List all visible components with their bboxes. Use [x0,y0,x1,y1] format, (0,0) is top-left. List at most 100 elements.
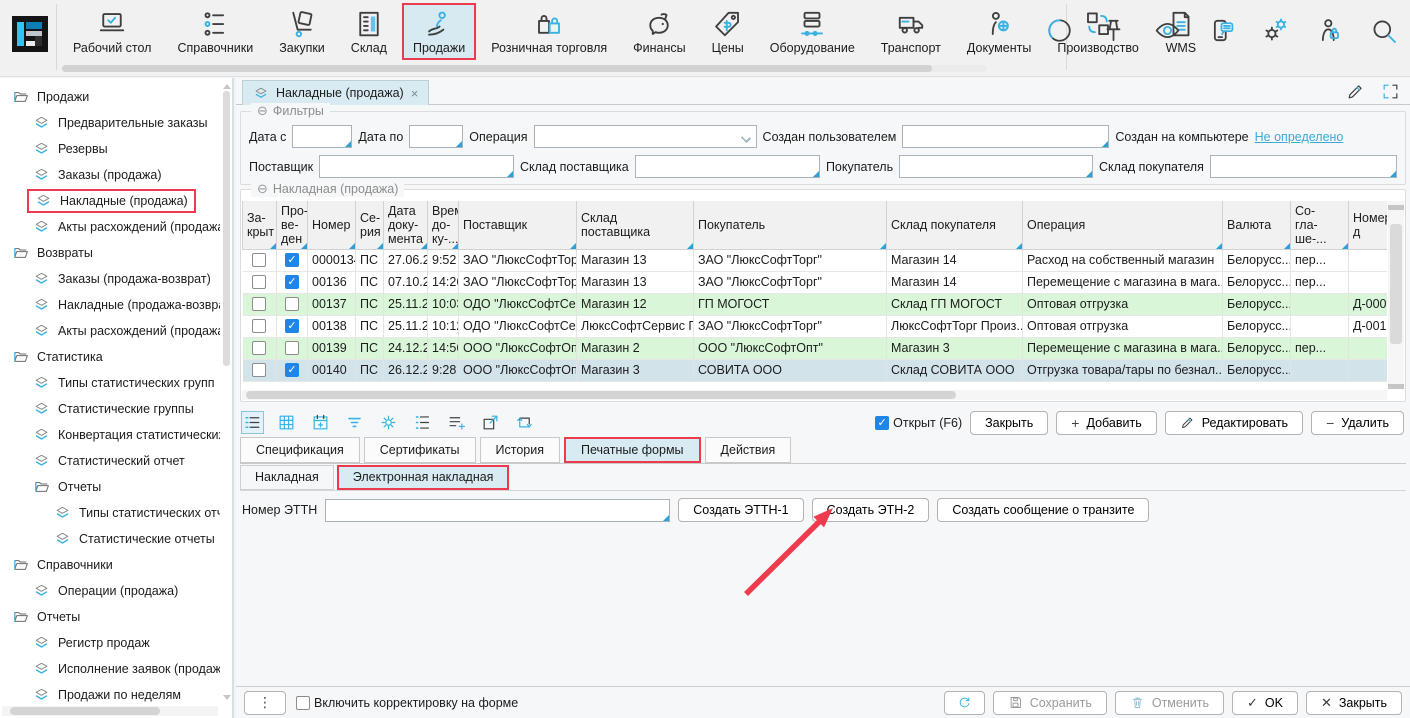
ettn-button-0[interactable]: Создать ЭТТН-1 [678,498,803,522]
checkbox-unchecked[interactable] [285,341,299,355]
checkbox-checked[interactable] [285,363,299,377]
checkbox-checked[interactable] [285,253,299,267]
sidebar-item-11[interactable]: Типы статистических групп [0,370,220,396]
feedback-icon[interactable] [1207,16,1236,45]
column-header[interactable]: Валюта [1223,201,1291,249]
sidebar-item-8[interactable]: Накладные (продажа-возврат) [0,292,220,318]
column-header[interactable]: Операция [1023,201,1223,249]
search-icon[interactable] [1369,16,1398,45]
sidebar-item-1[interactable]: Предварительные заказы [0,110,220,136]
column-header[interactable]: Поставщик [459,201,577,249]
sidebar-item-0[interactable]: Продажи [0,84,220,110]
funnel-icon[interactable] [344,412,365,433]
tab-nakladnye-prodazha[interactable]: Накладные (продажа) [242,80,429,105]
sidebar-item-7[interactable]: Заказы (продажа-возврат) [0,266,220,292]
buyer-input[interactable] [899,155,1093,178]
ribbon-item-documents[interactable]: Документы [956,3,1042,60]
date-from-input[interactable] [292,125,352,148]
checkbox-unchecked[interactable] [285,297,299,311]
sidebar-item-5[interactable]: Акты расхождений (продажа) [0,214,220,240]
column-header[interactable]: Номер [308,201,356,249]
supplier-input[interactable] [319,155,514,178]
clock-icon[interactable] [1045,16,1074,45]
sidebar-item-23[interactable]: Продажи по неделям [0,682,220,704]
table-vertical-scrollbar[interactable] [1388,201,1404,389]
save-button[interactable]: Сохранить [993,691,1107,715]
checkbox-unchecked[interactable] [252,363,266,377]
table-row-00137[interactable]: 00137ПС25.11.2410:03ОДО "ЛюксСофтСерв...… [243,293,1388,315]
column-header[interactable]: Склад поставщика [577,201,694,249]
tab-история[interactable]: История [480,437,560,463]
date-to-input[interactable] [409,125,463,148]
sidebar-item-15[interactable]: Отчеты [0,474,220,500]
ok-button[interactable]: ✓OK [1232,691,1298,715]
sidebar-item-9[interactable]: Акты расхождений (продажа-в [0,318,220,344]
numbered-list-icon[interactable] [412,412,433,433]
tab-close-icon[interactable] [411,86,419,101]
checkbox-checked[interactable] [285,275,299,289]
refresh-button[interactable] [944,691,985,715]
sidebar-item-16[interactable]: Типы статистических отчето [0,500,220,526]
ribbon-item-prices[interactable]: Цены [701,3,755,60]
table-row-00138[interactable]: 00138ПС25.11.2410:12ОДО "ЛюксСофтСерв...… [243,315,1388,337]
column-header[interactable]: Покупатель [694,201,887,249]
sidebar-item-4[interactable]: Накладные (продажа) [0,188,220,214]
sidebar-item-17[interactable]: Статистические отчеты [0,526,220,552]
edit-button[interactable]: Редактировать [1165,411,1303,435]
table-icon[interactable] [276,412,297,433]
collapse-icon[interactable] [257,103,268,119]
checkbox-checked[interactable] [875,416,889,430]
column-header[interactable]: Склад покупателя [887,201,1023,249]
sidebar-item-2[interactable]: Резервы [0,136,220,162]
column-header[interactable]: Се- рия [356,201,384,249]
sidebar-item-12[interactable]: Статистические группы [0,396,220,422]
ribbon-item-transport[interactable]: Транспорт [870,3,952,60]
ribbon-scrollbar[interactable] [62,65,987,72]
supplier-wh-input[interactable] [635,155,820,178]
checkbox-unchecked[interactable] [252,297,266,311]
edit-pencil-icon[interactable] [1346,82,1365,101]
column-header[interactable]: За- крыт [243,201,277,249]
checkbox-unchecked[interactable] [252,275,266,289]
tab-печатные-формы[interactable]: Печатные формы [564,437,701,463]
table-row-00140[interactable]: 00140ПС26.12.249:28ООО "ЛюксСофтОпт"Мага… [243,359,1388,381]
eye-icon[interactable] [1153,16,1182,45]
calendar-icon[interactable] [310,412,331,433]
tab-накладная[interactable]: Накладная [240,465,334,490]
collapse-icon[interactable] [257,181,268,197]
operation-select[interactable] [534,125,757,148]
table-row-0000134[interactable]: 0000134ПС27.06.249:52ЗАО "ЛюксСофтТорг"М… [243,249,1388,271]
sidebar-item-6[interactable]: Возвраты [0,240,220,266]
checkbox-checked[interactable] [285,319,299,333]
sidebar-item-19[interactable]: Операции (продажа) [0,578,220,604]
open-f6-checkbox[interactable]: Открыт (F6) [875,416,962,430]
tab-спецификация[interactable]: Спецификация [240,437,360,463]
close-button[interactable]: ✕Закрыть [1306,691,1402,715]
column-header[interactable]: Номер д [1349,201,1388,249]
ribbon-item-desktop[interactable]: Рабочий стол [62,3,162,60]
gear-icon[interactable] [378,412,399,433]
settings-icon[interactable] [1261,16,1290,45]
column-header[interactable]: Со- гла- ше-... [1291,201,1349,249]
sidebar-item-3[interactable]: Заказы (продажа) [0,162,220,188]
ribbon-item-warehouse[interactable]: Склад [340,3,398,60]
sidebar-horizontal-scrollbar[interactable] [2,706,218,716]
sidebar-item-13[interactable]: Конвертация статистических ед [0,422,220,448]
table-row-00139[interactable]: 00139ПС24.12.2414:56ООО "ЛюксСофтОпт"Маг… [243,337,1388,359]
delete-button[interactable]: −Удалить [1311,411,1404,435]
tab-сертификаты[interactable]: Сертификаты [364,437,476,463]
table-row-00136[interactable]: 00136ПС07.10.2414:26ЗАО "ЛюксСофтТорг"Ма… [243,271,1388,293]
list-view-icon[interactable] [242,412,263,433]
column-header[interactable]: Про- ве- ден [277,201,308,249]
adjustment-checkbox[interactable]: Включить корректировку на форме [296,696,518,710]
external-link-icon[interactable] [480,412,501,433]
fullscreen-icon[interactable] [1381,82,1400,101]
created-on-link[interactable]: Не определено [1255,130,1344,144]
sidebar-item-20[interactable]: Отчеты [0,604,220,630]
ettn-button-1[interactable]: Создать ЭТН-2 [812,498,930,522]
pin-icon[interactable] [1099,16,1128,45]
ribbon-item-equipment[interactable]: Оборудование [759,3,866,60]
sidebar-vertical-scrollbar[interactable] [222,82,231,702]
tab-электронная-накладная[interactable]: Электронная накладная [337,465,510,490]
checkbox-unchecked[interactable] [252,341,266,355]
